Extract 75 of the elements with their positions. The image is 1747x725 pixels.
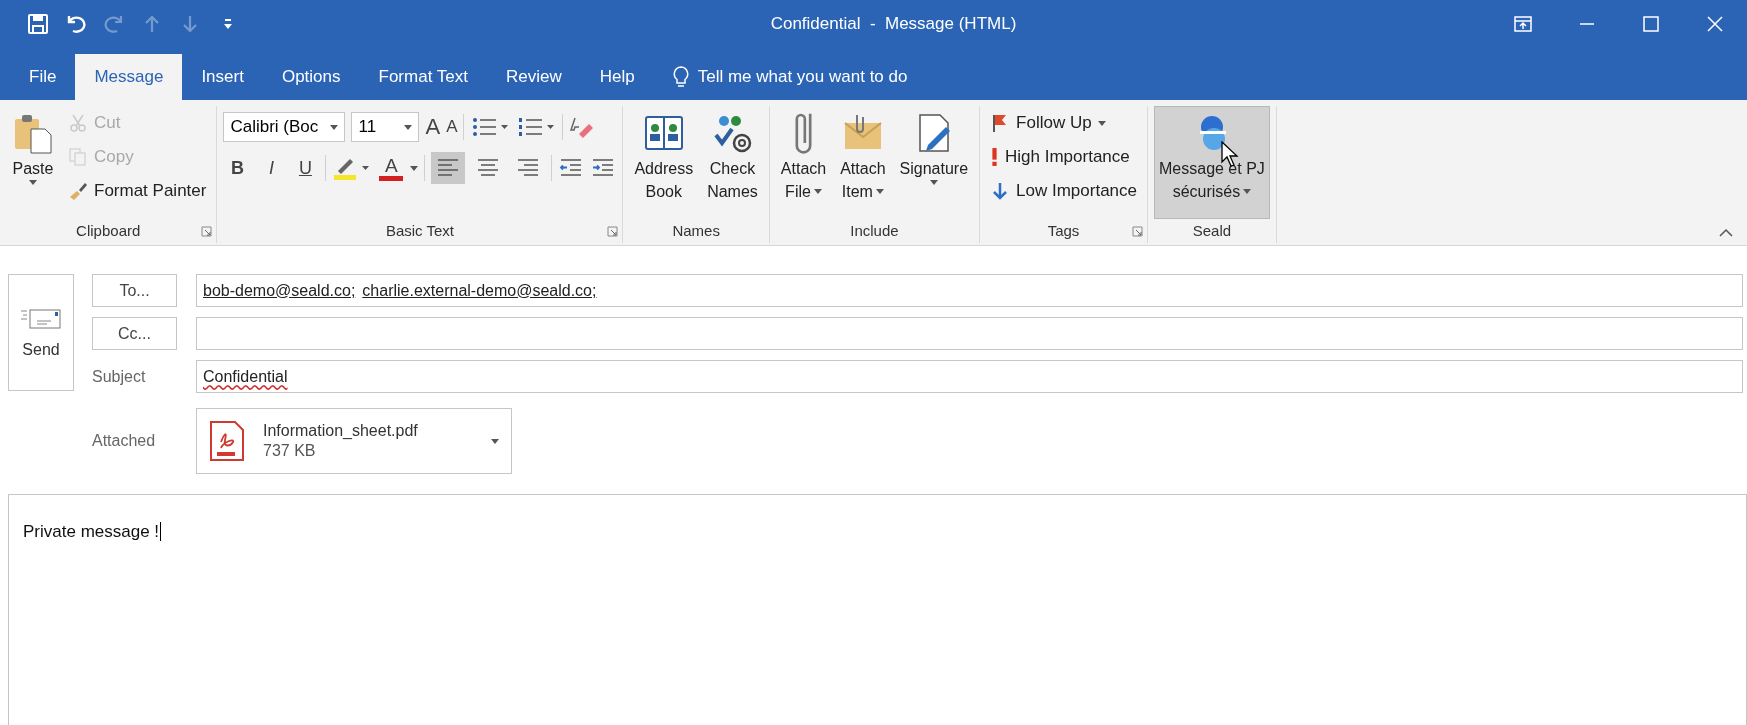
recipient-chip[interactable]: bob-demo@seald.co;: [203, 281, 356, 300]
dialog-launcher-icon[interactable]: [607, 226, 619, 237]
group-label: Clipboard: [75, 221, 142, 241]
group-label: Basic Text: [384, 221, 455, 241]
subject-field[interactable]: Confidential: [196, 360, 1743, 393]
ribbon-tab[interactable]: File: [10, 54, 76, 100]
ribbon-tab[interactable]: Format Text: [359, 54, 487, 100]
ribbon-display-icon[interactable]: [1513, 13, 1533, 34]
ribbon-tab[interactable]: Insert: [182, 54, 263, 100]
ribbon-button[interactable]: Low Importance: [986, 176, 1141, 206]
pdf-file-icon: [209, 420, 245, 462]
ribbon-button[interactable]: Format Painter: [64, 176, 211, 206]
window-title: Confidential - Message (HTML): [769, 13, 1018, 34]
tell-me-search[interactable]: Tell me what you want to do: [697, 67, 908, 87]
ribbon-button[interactable]: Paste: [6, 106, 60, 219]
ribbon-tab[interactable]: Help: [580, 54, 654, 100]
to-button[interactable]: To...: [92, 274, 177, 307]
ribbon-button[interactable]: Signature: [894, 106, 974, 219]
group-label: Names: [671, 221, 721, 241]
maximize-icon[interactable]: [1641, 13, 1661, 34]
lightbulb-icon: [671, 65, 690, 89]
caret-icon: [929, 180, 938, 185]
exclamation-icon: [990, 147, 1000, 167]
paperclip-icon: [794, 111, 813, 155]
font-name-dropdown[interactable]: Calibri (Boc: [223, 112, 346, 142]
ribbon-button[interactable]: Follow Up: [986, 108, 1141, 138]
envelope-icon: [20, 306, 62, 331]
font-size-dropdown[interactable]: 11: [351, 112, 420, 142]
group-label: Include: [849, 221, 900, 241]
underline-button[interactable]: U: [291, 157, 320, 179]
ribbon-tab[interactable]: Review: [486, 54, 581, 100]
caret-icon: [813, 189, 822, 194]
dialog-launcher-icon[interactable]: [1132, 226, 1143, 237]
ribbon-button[interactable]: Attach File: [775, 106, 832, 219]
font-color-button[interactable]: A: [378, 155, 405, 181]
group-label: Tags: [1046, 221, 1081, 241]
send-button[interactable]: Send: [8, 274, 74, 391]
caret-icon: [1097, 120, 1106, 126]
caret-icon: [491, 438, 499, 444]
ribbon-button[interactable]: Address Book: [629, 106, 699, 219]
close-icon[interactable]: [1705, 13, 1725, 34]
to-field[interactable]: bob-demo@seald.co; charlie.external-demo@seald.co;: [196, 274, 1743, 307]
paintbrush-icon: [68, 181, 88, 201]
dialog-launcher-icon[interactable]: [201, 226, 213, 237]
group-label: Seald: [1191, 221, 1233, 241]
caret-icon: [330, 124, 339, 130]
cc-button[interactable]: Cc...: [92, 317, 177, 350]
grow-font-button[interactable]: A: [425, 114, 441, 140]
copy-icon: [68, 147, 88, 167]
collapse-ribbon-icon[interactable]: [1719, 228, 1733, 237]
caret-icon: [410, 165, 419, 171]
recipient-chip[interactable]: charlie.external-demo@seald.co;: [362, 281, 597, 300]
shrink-font-button[interactable]: A: [446, 117, 458, 137]
caret-icon: [29, 180, 37, 185]
ribbon-button[interactable]: Message et PJ sécurisés: [1154, 106, 1270, 219]
ribbon-button[interactable]: Check Names: [702, 106, 763, 219]
align-button[interactable]: [431, 152, 466, 184]
attachment-name: Information_sheet.pdf: [263, 422, 419, 440]
ribbon-button[interactable]: High Importance: [986, 142, 1141, 172]
attachment-card[interactable]: Information_sheet.pdf 737 KB: [196, 408, 512, 474]
subject-label: Subject: [92, 367, 147, 386]
save-icon[interactable]: [26, 11, 50, 36]
ribbon-tab[interactable]: Message: [75, 54, 183, 100]
message-body[interactable]: Private message !: [8, 494, 1747, 725]
bold-button[interactable]: B: [223, 157, 252, 179]
italic-button[interactable]: I: [257, 157, 286, 179]
caret-icon: [1243, 189, 1252, 194]
caret-icon: [875, 189, 884, 194]
ribbon-button[interactable]: Attach Item: [835, 106, 891, 219]
cc-field[interactable]: [196, 317, 1743, 350]
attached-label: Attached: [92, 432, 157, 450]
ribbon-tab[interactable]: Options: [262, 54, 360, 100]
attachment-size: 737 KB: [263, 442, 317, 460]
scissors-icon: [68, 113, 88, 133]
caret-icon: [404, 124, 413, 130]
